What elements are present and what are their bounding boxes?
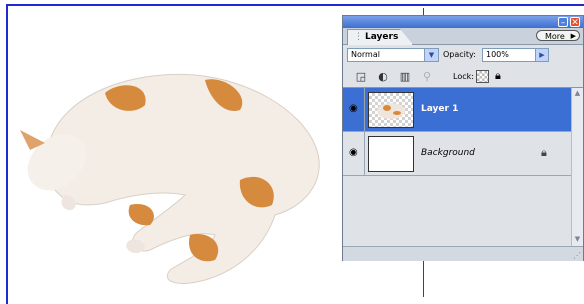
- layers-scrollbar[interactable]: ▲ ▼: [571, 88, 583, 246]
- layer-name: Background: [421, 148, 475, 158]
- scroll-down-icon[interactable]: ▼: [572, 234, 583, 245]
- palette-tab-row: ⋮ Layers More ▶: [343, 28, 583, 45]
- lock-label: Lock:: [453, 72, 474, 81]
- adjustment-layer-icon[interactable]: ◐: [377, 71, 389, 83]
- tab-layers-label: Layers: [365, 32, 399, 42]
- layers-list: ◉ Layer 1 ◉ Background 🔒︎: [343, 88, 571, 246]
- divider: [364, 132, 365, 176]
- more-button-label: More: [545, 32, 565, 41]
- scroll-up-icon[interactable]: ▲: [572, 88, 583, 99]
- layers-palette: – ✕ ⋮ Layers More ▶ Normal ▼ Opacity: 100% …: [342, 15, 584, 261]
- divider: [364, 88, 365, 132]
- trash-icon[interactable]: ▥: [399, 71, 411, 83]
- lock-transparent-icon[interactable]: [476, 70, 489, 83]
- opacity-slider-button[interactable]: ▶: [535, 48, 549, 62]
- eye-icon[interactable]: ◉: [349, 104, 358, 114]
- opacity-input[interactable]: 100%: [482, 48, 536, 62]
- layer-thumbnail: [368, 92, 414, 128]
- cat-thumbnail-icon: [377, 103, 405, 119]
- blend-mode-select[interactable]: Normal ▼: [347, 48, 439, 62]
- layer-tools-row: ◲ ◐ ▥ ⚲ Lock: 🔒︎: [343, 67, 583, 88]
- eye-icon[interactable]: ◉: [349, 148, 358, 158]
- layer-row-layer-1[interactable]: ◉ Layer 1: [343, 88, 571, 132]
- opacity-label: Opacity:: [443, 50, 476, 59]
- chevron-right-icon: ▶: [570, 32, 576, 40]
- layer-name: Layer 1: [421, 104, 459, 114]
- lock-icon: 🔒︎: [541, 146, 547, 159]
- more-button[interactable]: More ▶: [536, 30, 580, 41]
- tab-layers[interactable]: ⋮ Layers: [347, 29, 414, 45]
- link-icon[interactable]: ⚲: [421, 71, 433, 83]
- layer-options-row: Normal ▼ Opacity: 100% ▶: [343, 45, 583, 67]
- close-icon[interactable]: ✕: [570, 17, 580, 28]
- layer-thumbnail: [368, 136, 414, 172]
- cat-image: [20, 73, 320, 284]
- minimize-icon[interactable]: –: [558, 17, 568, 28]
- lock-icon[interactable]: 🔒︎: [495, 70, 501, 82]
- new-fill-layer-icon[interactable]: ◲: [355, 71, 367, 83]
- grip-icon: ⋮: [354, 32, 363, 42]
- resize-grip-icon[interactable]: ⋰: [573, 251, 581, 260]
- blend-mode-value: Normal: [351, 50, 380, 59]
- palette-status-bar: ⋰: [343, 246, 583, 261]
- layer-row-background[interactable]: ◉ Background 🔒︎: [343, 132, 571, 176]
- palette-titlebar[interactable]: – ✕: [343, 16, 583, 28]
- chevron-down-icon[interactable]: ▼: [424, 49, 438, 61]
